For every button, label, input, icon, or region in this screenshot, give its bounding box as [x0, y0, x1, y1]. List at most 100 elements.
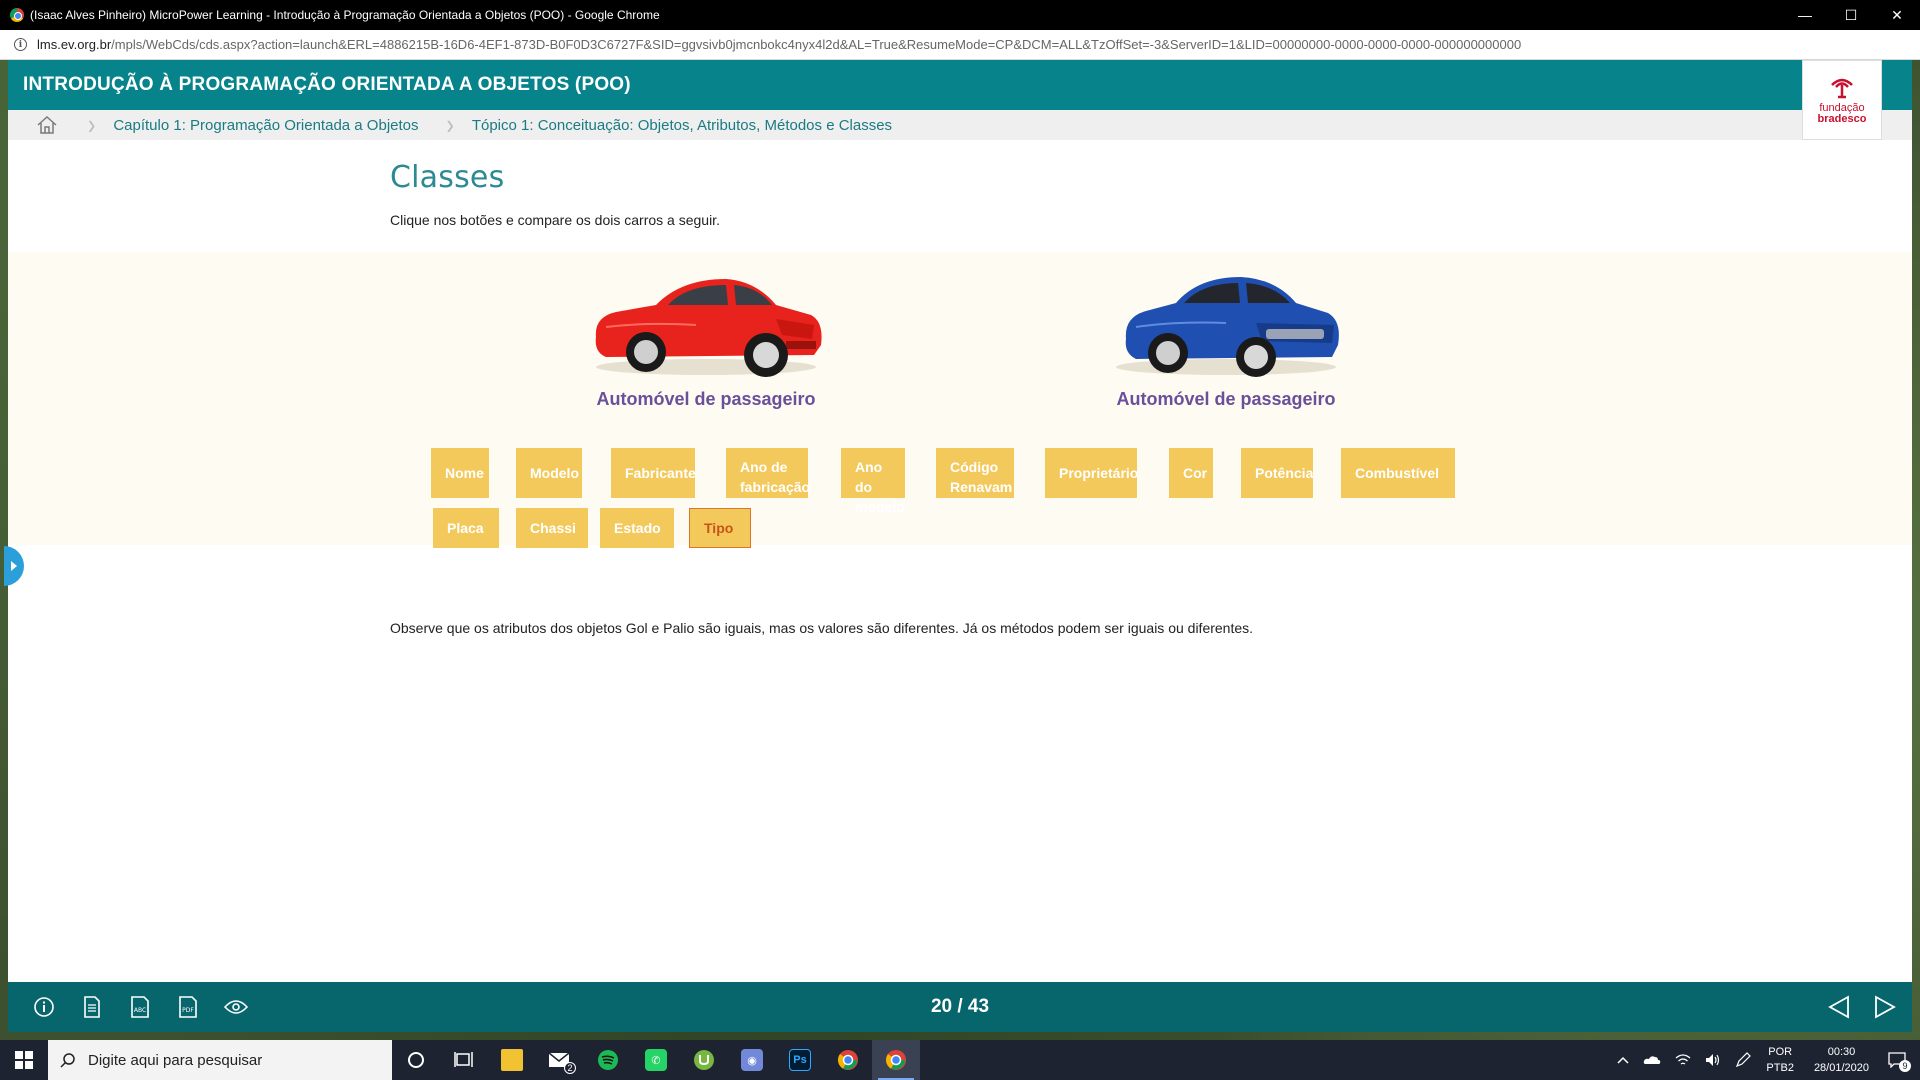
taskbar-spotify[interactable]: [584, 1040, 632, 1080]
taskbar-whatsapp[interactable]: ✆: [632, 1040, 680, 1080]
logo-line-2: bradesco: [1817, 113, 1867, 125]
window-title: (Isaac Alves Pinheiro) MicroPower Learni…: [30, 8, 660, 22]
url-path: /mpls/WebCds/cds.aspx?action=launch&ERL=…: [111, 37, 1522, 52]
car-label-right: Automóvel de passageiro: [1116, 389, 1336, 409]
course-page: INTRODUÇÃO À PROGRAMAÇÃO ORIENTADA A OBJ…: [4, 60, 1912, 1032]
attribute-button-fabricante[interactable]: Fabricante: [611, 448, 696, 498]
notification-center-icon[interactable]: 9: [1888, 1052, 1911, 1072]
spotify-icon: [598, 1050, 618, 1070]
svg-text:PDF: PDF: [182, 1007, 194, 1014]
chrome-icon: [838, 1050, 858, 1070]
attribute-button-placa[interactable]: Placa: [433, 508, 499, 548]
svg-text:ABC: ABC: [134, 1007, 146, 1014]
notification-badge: 9: [1899, 1060, 1911, 1072]
search-icon: [60, 1053, 75, 1068]
windows-logo-icon: [15, 1051, 33, 1069]
pdf-icon[interactable]: PDF: [176, 995, 200, 1019]
player-toolbar: ABC PDF 20 / 43: [8, 982, 1912, 1032]
taskbar-photoshop[interactable]: Ps: [776, 1040, 824, 1080]
volume-icon[interactable]: [1705, 1053, 1721, 1067]
attribute-button-chassi[interactable]: Chassi: [516, 508, 588, 548]
utorrent-icon: [694, 1050, 714, 1070]
chrome-logo-icon: [10, 8, 24, 22]
taskbar-chrome-active[interactable]: [872, 1040, 920, 1080]
chrome-icon: [886, 1050, 906, 1070]
info-icon[interactable]: [32, 995, 56, 1019]
instruction-text: Clique nos botões e compare os dois carr…: [390, 212, 720, 228]
home-icon[interactable]: [36, 115, 60, 135]
folder-icon: [501, 1049, 523, 1071]
course-header: INTRODUÇÃO À PROGRAMAÇÃO ORIENTADA A OBJ…: [8, 60, 1912, 110]
taskbar-file-explorer[interactable]: [488, 1040, 536, 1080]
task-view-icon: [454, 1052, 473, 1067]
window-controls: — ☐ ✕: [1782, 0, 1920, 30]
attribute-button-ano-de-fabricacao[interactable]: Ano de fabricação: [726, 448, 810, 498]
cortana-icon: [408, 1052, 424, 1068]
fundacao-bradesco-logo: fundação bradesco: [1802, 60, 1882, 140]
car-label-left: Automóvel de passageiro: [596, 389, 816, 409]
glossary-icon[interactable]: ABC: [128, 995, 152, 1019]
eye-icon[interactable]: [224, 995, 248, 1019]
chevron-right-icon: [11, 561, 17, 571]
attribute-button-cor[interactable]: Cor: [1169, 448, 1213, 498]
breadcrumb: › Capítulo 1: Programação Orientada a Ob…: [8, 108, 1912, 141]
taskbar-chrome[interactable]: [824, 1040, 872, 1080]
whatsapp-icon: ✆: [645, 1049, 667, 1071]
chevron-up-icon[interactable]: [1617, 1056, 1629, 1064]
course-title: INTRODUÇÃO À PROGRAMAÇÃO ORIENTADA A OBJ…: [23, 74, 631, 95]
onedrive-icon[interactable]: [1643, 1055, 1661, 1065]
site-info-icon[interactable]: i: [14, 38, 27, 51]
url-host: lms.ev.org.br: [37, 37, 112, 52]
windows-taskbar: Digite aqui para pesquisar 2 ✆ ◉ Ps POR …: [0, 1040, 1920, 1080]
red-car-image: [595, 279, 822, 377]
taskbar-mail[interactable]: 2: [536, 1040, 584, 1080]
task-view-button[interactable]: [440, 1040, 488, 1080]
clock-date: 28/01/2020: [1813, 1062, 1869, 1074]
maximize-button[interactable]: ☐: [1828, 0, 1874, 30]
attribute-button-ano-do-modelo[interactable]: Ano do modelo: [841, 448, 905, 515]
bradesco-tree-icon: [1831, 78, 1853, 99]
next-page-icon[interactable]: [1872, 994, 1898, 1020]
breadcrumb-separator: ›: [88, 108, 96, 141]
discord-icon: ◉: [741, 1049, 763, 1071]
page-counter: 20 / 43: [930, 996, 990, 1017]
attribute-button-proprietario[interactable]: Proprietário: [1045, 448, 1138, 498]
attribute-button-tipo[interactable]: Tipo: [689, 508, 751, 548]
cortana-button[interactable]: [392, 1040, 440, 1080]
system-tray: POR PTB2 00:30 28/01/2020 9: [1610, 1040, 1920, 1080]
page-title: Classes: [390, 160, 505, 195]
breadcrumb-topic: Tópico 1: Conceituação: Objetos, Atribut…: [471, 116, 893, 134]
clock-time: 00:30: [1827, 1046, 1856, 1058]
side-panel-toggle[interactable]: [4, 546, 24, 586]
wifi-icon[interactable]: [1675, 1053, 1691, 1067]
language-code: POR: [1768, 1046, 1793, 1058]
attribute-button-modelo[interactable]: Modelo: [516, 448, 582, 498]
blue-car-image: [1116, 277, 1339, 377]
taskbar-search[interactable]: Digite aqui para pesquisar: [48, 1040, 392, 1080]
photoshop-icon: Ps: [789, 1049, 811, 1071]
clock[interactable]: 00:30 28/01/2020: [1814, 1044, 1869, 1076]
mail-badge: 2: [564, 1062, 576, 1074]
minimize-button[interactable]: —: [1782, 0, 1828, 30]
window-titlebar: (Isaac Alves Pinheiro) MicroPower Learni…: [0, 0, 1920, 30]
attribute-button-estado[interactable]: Estado: [600, 508, 674, 548]
taskbar-utorrent[interactable]: [680, 1040, 728, 1080]
breadcrumb-separator: ›: [446, 108, 454, 141]
pen-icon[interactable]: [1735, 1052, 1752, 1068]
address-bar[interactable]: i lms.ev.org.br/mpls/WebCds/cds.aspx?act…: [0, 30, 1920, 60]
taskbar-discord[interactable]: ◉: [728, 1040, 776, 1080]
search-placeholder: Digite aqui para pesquisar: [88, 1051, 263, 1069]
breadcrumb-chapter-link[interactable]: Capítulo 1: Programação Orientada a Obje…: [113, 117, 418, 134]
language-indicator[interactable]: POR PTB2: [1766, 1044, 1794, 1076]
previous-page-icon[interactable]: [1826, 994, 1852, 1020]
attribute-button-codigo-renavam[interactable]: Código Renavam: [936, 448, 1014, 498]
car-comparison-area: Automóvel de passageiro Automóvel de pas…: [8, 252, 1912, 548]
close-button[interactable]: ✕: [1874, 0, 1920, 30]
attribute-button-combustivel[interactable]: Combustível: [1341, 448, 1455, 498]
observation-text: Observe que os atributos dos objetos Gol…: [390, 620, 1254, 636]
attribute-button-nome[interactable]: Nome: [431, 448, 489, 498]
start-button[interactable]: [0, 1040, 48, 1080]
attribute-button-potencia[interactable]: Potência: [1241, 448, 1313, 498]
keyboard-layout: PTB2: [1766, 1062, 1794, 1074]
document-icon[interactable]: [80, 995, 104, 1019]
